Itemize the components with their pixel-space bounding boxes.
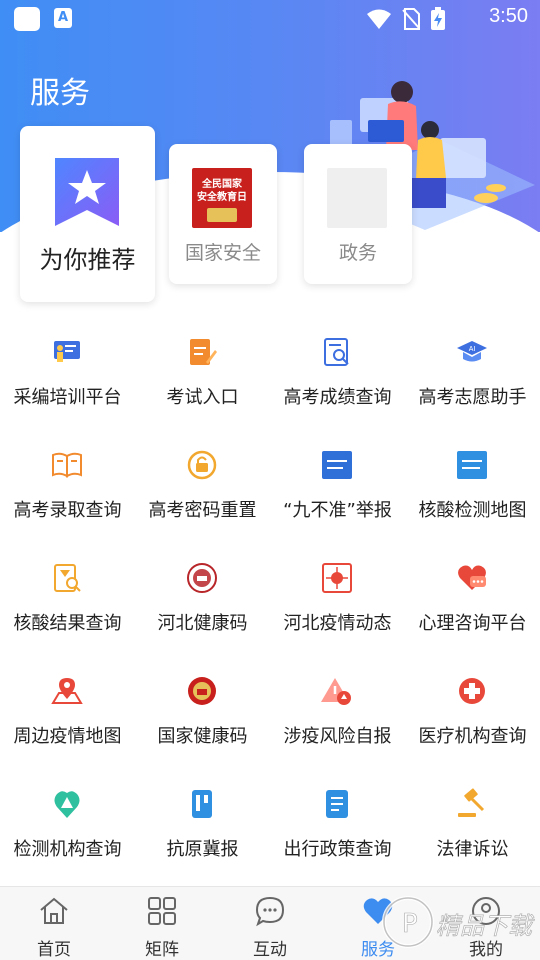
lock-reset-icon <box>187 450 217 480</box>
service-label: 河北健康码 <box>157 613 248 634</box>
thumb-text-line2: 安全教育日 <box>197 192 247 203</box>
battery-charging-icon <box>431 7 445 30</box>
service-label: 考试入口 <box>166 387 239 408</box>
service-cell[interactable]: 河北健康码 <box>135 546 270 659</box>
watermark-text: 精品下载 <box>436 912 535 940</box>
heart-chat-icon <box>458 565 486 590</box>
government-thumbnail-placeholder <box>327 168 387 228</box>
service-cell[interactable]: 高考密码重置 <box>135 433 270 546</box>
service-label: 医疗机构查询 <box>418 726 527 747</box>
service-label: 检测机构查询 <box>13 839 122 860</box>
nav-label: 互动 <box>253 940 287 960</box>
service-label: 法律诉讼 <box>436 839 509 860</box>
nav-matrix[interactable]: 矩阵 <box>108 887 216 960</box>
clock: 3:50 <box>489 5 528 27</box>
national-emblem-icon <box>188 677 216 705</box>
service-cell[interactable]: 法律诉讼 <box>405 772 540 885</box>
recommend-card-national-security[interactable]: 全民国家 安全教育日 国家安全 <box>169 144 277 284</box>
service-cell[interactable]: 检测机构查询 <box>0 772 135 885</box>
service-label: 涉疫风险自报 <box>283 726 392 747</box>
service-cell[interactable]: 河北疫情动态 <box>270 546 405 659</box>
service-label: 心理咨询平台 <box>418 613 527 634</box>
service-label: 高考成绩查询 <box>283 387 392 408</box>
tiananmen-icon <box>207 208 237 222</box>
service-label: 抗原冀报 <box>166 839 239 860</box>
service-cell[interactable]: 涉疫风险自报 <box>270 659 405 772</box>
service-cell[interactable]: 周边疫情地图 <box>0 659 135 772</box>
nav-label: 矩阵 <box>145 940 179 960</box>
watermark-logo: P 精品下载 <box>382 896 535 948</box>
admission-book-icon <box>52 452 82 478</box>
service-label: 高考录取查询 <box>13 500 122 521</box>
medical-cross-icon <box>459 678 485 704</box>
hourglass-search-icon <box>54 564 81 592</box>
service-label: 高考密码重置 <box>148 500 257 521</box>
svg-text:AI: AI <box>469 346 476 353</box>
page-title: 服务 <box>30 76 90 111</box>
gavel-icon <box>458 788 485 817</box>
service-label: 采编培训平台 <box>13 387 122 408</box>
app-badge-icon: A <box>54 8 72 28</box>
score-search-icon <box>324 338 349 366</box>
service-label: “九不准”举报 <box>283 500 392 521</box>
risk-warning-icon <box>321 678 351 705</box>
antigen-kit-icon <box>192 790 212 818</box>
service-cell[interactable]: 高考成绩查询 <box>270 320 405 433</box>
no-sim-icon <box>402 8 420 30</box>
star-bookmark-icon <box>55 158 119 226</box>
service-label: 高考志愿助手 <box>418 387 527 408</box>
thumb-text-line1: 全民国家 <box>202 179 242 190</box>
recommend-card-for-you[interactable]: 为你推荐 <box>20 126 155 302</box>
service-label: 河北疫情动态 <box>283 613 392 634</box>
teacher-board-icon <box>54 341 80 362</box>
virus-dynamics-icon <box>322 563 352 593</box>
service-cell[interactable]: 医疗机构查询 <box>405 659 540 772</box>
nav-home[interactable]: 首页 <box>0 887 108 960</box>
home-icon <box>40 897 68 924</box>
grid-icon <box>148 897 176 925</box>
nucleic-map-icon <box>457 451 487 479</box>
service-cell[interactable]: 高考录取查询 <box>0 433 135 546</box>
service-label: 核酸结果查询 <box>13 613 122 634</box>
service-label: 核酸检测地图 <box>418 500 527 521</box>
policy-document-icon <box>326 790 348 818</box>
recommend-label: 为你推荐 <box>39 246 136 274</box>
nav-label: 首页 <box>37 940 71 960</box>
chat-bubble-icon <box>255 896 285 927</box>
service-cell[interactable]: 考试入口 <box>135 320 270 433</box>
service-cell[interactable]: “九不准”举报 <box>270 433 405 546</box>
service-label: 国家健康码 <box>157 726 248 747</box>
notification-square-icon <box>14 7 40 31</box>
wifi-icon <box>367 9 391 29</box>
service-cell[interactable]: 国家健康码 <box>135 659 270 772</box>
ai-graduation-cap-icon: AI <box>457 341 487 362</box>
service-cell[interactable]: 抗原冀报 <box>135 772 270 885</box>
nine-prohibitions-icon <box>322 451 352 479</box>
service-cell[interactable]: AI 高考志愿助手 <box>405 320 540 433</box>
exam-pen-icon <box>190 339 217 365</box>
svg-text:P: P <box>402 909 418 939</box>
nav-interact[interactable]: 互动 <box>216 887 324 960</box>
recommend-card-government[interactable]: 政务 <box>304 144 412 284</box>
status-bar: A 3:50 <box>0 0 540 36</box>
recommend-label: 国家安全 <box>184 242 261 264</box>
service-cell[interactable]: 采编培训平台 <box>0 320 135 433</box>
service-cell[interactable]: 出行政策查询 <box>270 772 405 885</box>
map-pin-icon <box>51 678 83 704</box>
national-security-thumbnail: 全民国家 安全教育日 <box>192 168 252 228</box>
service-cell[interactable]: 核酸检测地图 <box>405 433 540 546</box>
test-agency-icon <box>54 791 80 818</box>
service-label: 出行政策查询 <box>283 839 392 860</box>
service-cell[interactable]: 心理咨询平台 <box>405 546 540 659</box>
hebei-health-code-icon <box>187 563 217 593</box>
service-cell[interactable]: 核酸结果查询 <box>0 546 135 659</box>
service-label: 周边疫情地图 <box>13 726 122 747</box>
recommend-label: 政务 <box>338 242 377 264</box>
